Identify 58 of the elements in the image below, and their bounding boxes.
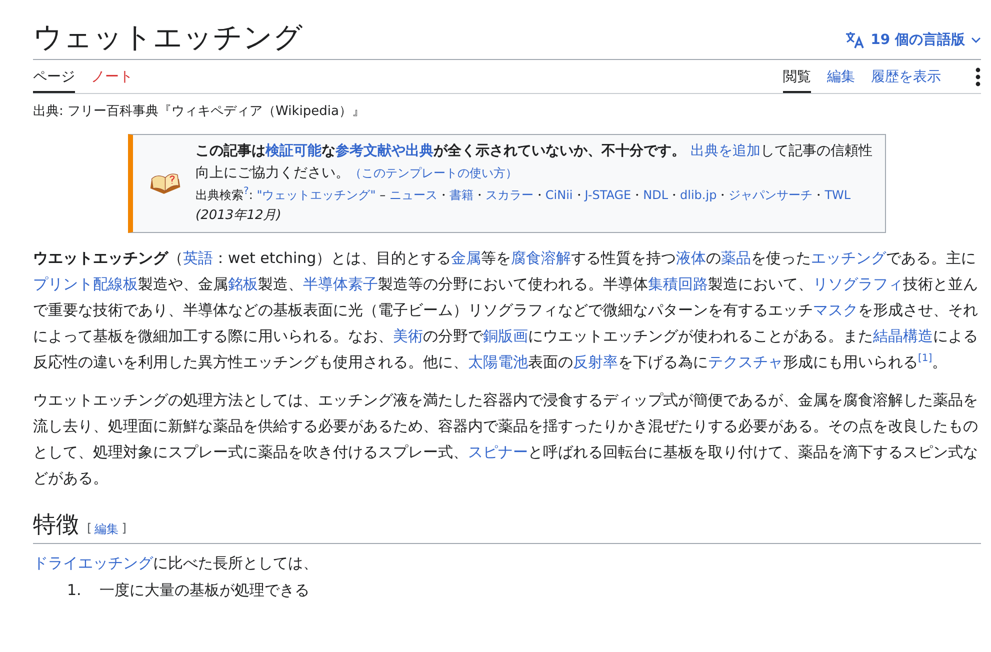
link[interactable]: J-STAGE (584, 188, 632, 202)
link[interactable]: ジャパンサーチ (728, 188, 813, 202)
tab[interactable]: 編集 (827, 60, 855, 94)
link[interactable]: 薬品 (721, 248, 752, 267)
link[interactable]: ニュース (389, 188, 438, 202)
link[interactable]: スカラー (485, 188, 534, 202)
more-menu-icon[interactable] (975, 66, 981, 87)
link[interactable]: 集積回路 (648, 274, 708, 293)
list-number: 1. (67, 580, 82, 600)
link[interactable]: 参考文献や出典 (336, 143, 434, 160)
link[interactable]: 美術 (393, 326, 423, 345)
link[interactable]: dlib.jp (680, 188, 717, 202)
link[interactable]: リソグラフィ (813, 274, 903, 293)
language-button[interactable]: 19 個の言語版 (844, 31, 981, 58)
tab[interactable]: ページ (33, 60, 75, 94)
link[interactable]: エッチング (811, 248, 886, 267)
link[interactable]: 半導体素子 (303, 274, 378, 293)
link[interactable]: 太陽電池 (468, 352, 528, 371)
bracket: ] (122, 520, 126, 537)
tab[interactable]: 閲覧 (783, 60, 811, 94)
link[interactable]: 銅版画 (483, 326, 528, 345)
link[interactable]: TWL (824, 188, 851, 202)
link[interactable]: プリント配線板 (33, 274, 138, 293)
link[interactable]: NDL (643, 188, 668, 202)
tab[interactable]: 履歴を表示 (871, 60, 941, 94)
link[interactable]: 液体 (676, 248, 706, 267)
link[interactable]: 金属 (451, 248, 482, 267)
section-heading: 特徴 (33, 510, 79, 540)
link[interactable]: 結晶構造 (873, 326, 933, 345)
link[interactable]: 銘板 (228, 274, 258, 293)
source-note: 出典: フリー百科事典『ウィキペディア（Wikipedia）』 (33, 103, 366, 120)
chevron-down-icon (971, 37, 981, 44)
notice-date: (2013年12月) (196, 206, 282, 225)
paragraph: ウエットエッチングの処理方法としては、エッチング液を満たした容器内で浸食するディップ式が簡便であるが、金属を腐食溶解した薬品を流し去り、処理面に新鮮な薬品を供給する必要があるため、容器内で薬品を揺すったりかき混ぜたりする必要がある。その点を改良したものとして、処理対象にスプレー式に薬品を吹き付けるスプレー式、スピナー と呼ばれる回転台に基板を取り付けて、薬品を滴下するスピン式などがある。 (33, 390, 979, 489)
link[interactable]: 英語 (183, 248, 213, 267)
link[interactable]: 反射率 (573, 352, 618, 371)
link[interactable]: テクスチャ (708, 352, 783, 371)
link[interactable]: ドライエッチング (33, 554, 153, 572)
link[interactable]: 書籍 (449, 188, 474, 202)
list-item-text: 一度に大量の基板が処理できる (99, 580, 310, 600)
link[interactable]: 検証可能 (266, 143, 322, 160)
link[interactable]: スピナー (468, 442, 528, 461)
bracket: [ (87, 520, 92, 537)
edit-link[interactable]: 編集 (94, 520, 119, 538)
source-search-line: 出典検索$^{?}$: "ウェットエッチング" – ニュース・書籍・スカラー・CiNii・J-STAGE・NDL・dlib.jp・ジャパンサーチ・TWL (196, 186, 852, 204)
link[interactable]: CiNii (545, 188, 573, 202)
link[interactable]: 出典を追加 (690, 143, 760, 160)
paragraph: ウエットエッチング（英語：wet etching）とは、目的とする金属等を腐食溶解する性質を持つ液体の薬品を使ったエッチングである。主に プリント配線板製造や、金属銘板製造、半導体素子製造等の分野において使われる。半導体集積回路製造において、リソグラフィ技術と並んで重要な技術であり、半導体などの基板表面に光（電子ビーム）リソグラフィなどで微細なパターンを有するエッチマスク を形成させ、それによって基板を微細加工する際に用いられる。なお、美術の分野で銅版画にウエットエッチングが使われることがある。また結晶構造による反応性の違いを利用した異方性エッチングも使用される。他に、太陽電池表面の反射率を下げる為にテクスチャ形成にも用いられる$^{[1]}$。 (33, 248, 979, 373)
page-title: ウェットエッチング (33, 19, 303, 56)
link[interactable]: 腐食溶解 (511, 248, 572, 267)
link[interactable]: "ウェットエッチング" (256, 188, 376, 202)
reference-link[interactable]: ? (244, 186, 249, 197)
reference-link[interactable]: [1] (918, 352, 932, 364)
tab[interactable]: ノート (91, 60, 133, 94)
link[interactable]: マスク (813, 300, 858, 319)
translate-icon (844, 31, 865, 50)
link[interactable]: （このテンプレートの使い方） (350, 166, 518, 180)
paragraph: ドライエッチングに比べた長所としては、 (33, 552, 319, 574)
